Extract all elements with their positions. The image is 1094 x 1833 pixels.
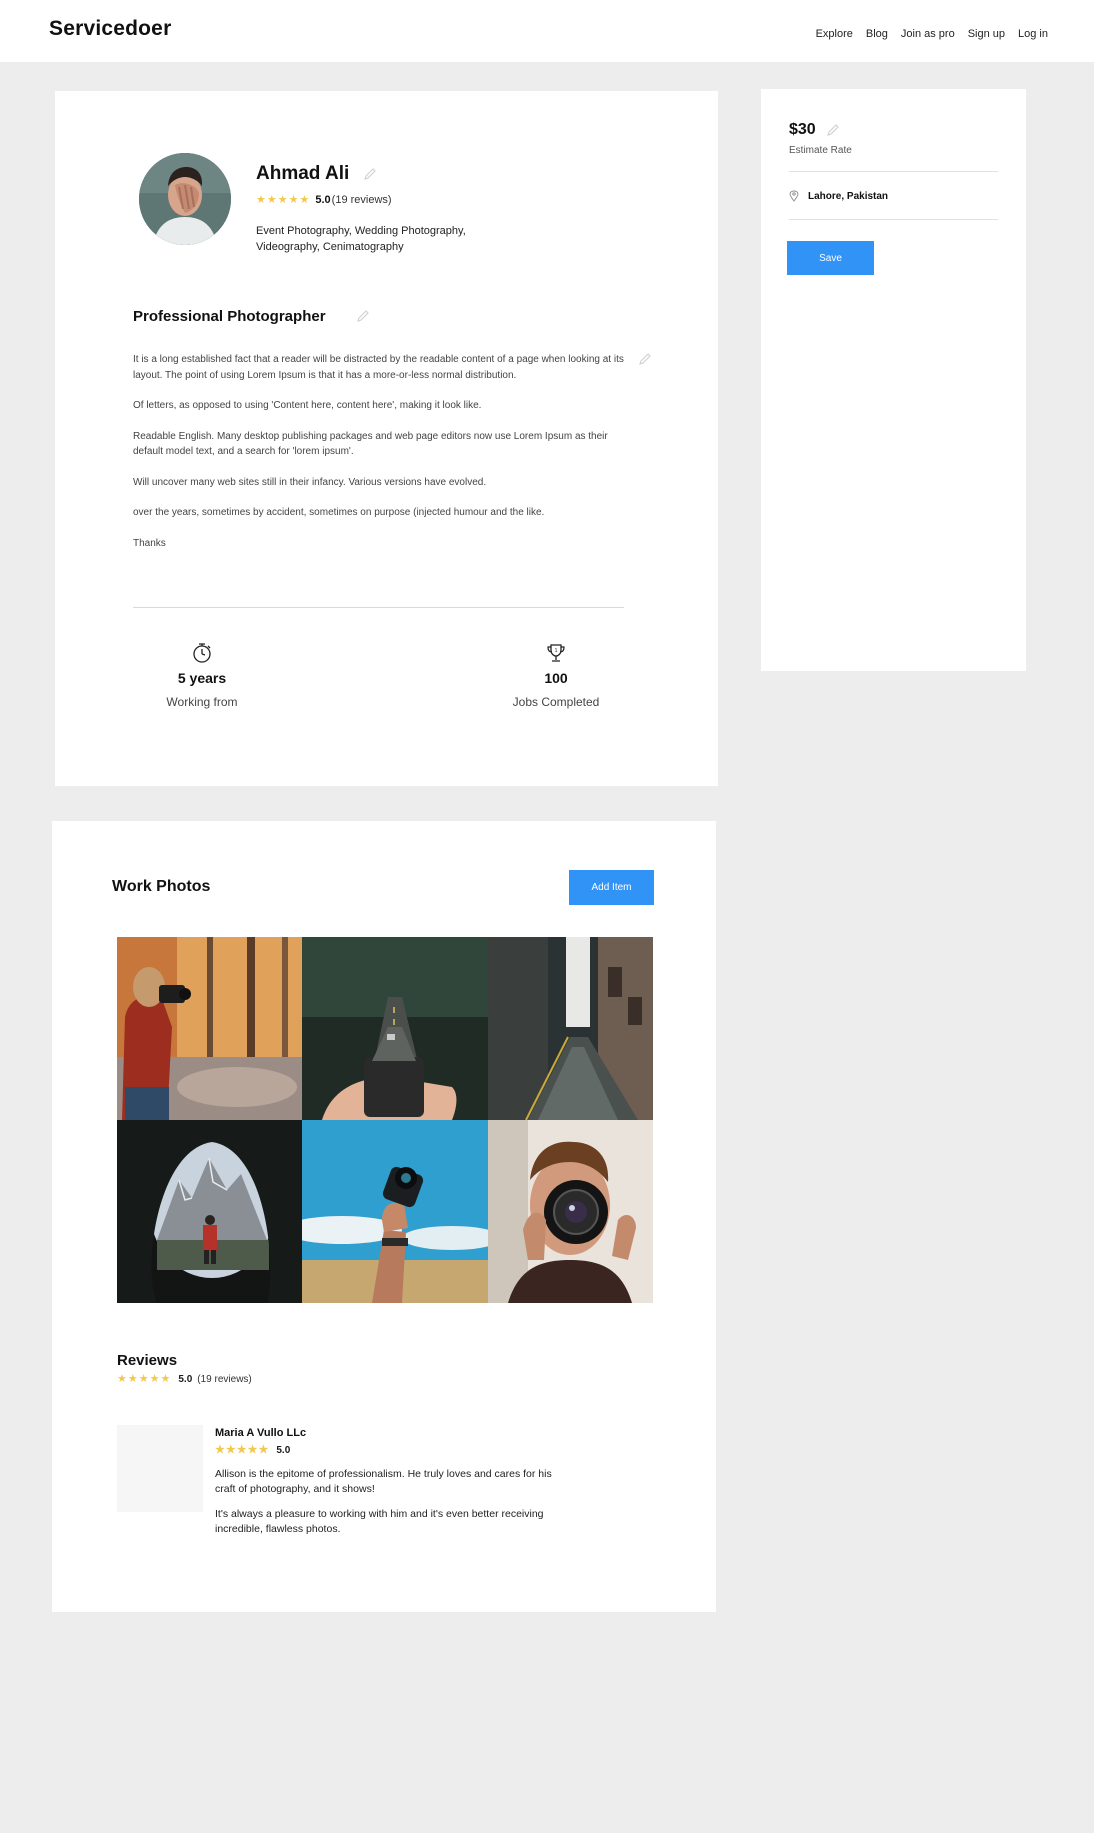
work-photo[interactable]	[488, 937, 653, 1120]
reviews-count: (19 reviews)	[197, 1374, 252, 1385]
nav-join-as-pro[interactable]: Join as pro	[901, 28, 955, 40]
nav-blog[interactable]: Blog	[866, 28, 888, 40]
work-photo[interactable]	[488, 1120, 653, 1303]
logo[interactable]: Servicedoer	[49, 17, 171, 41]
profile-rating: ★ ★ ★ ★ ★ 5.0 (19 reviews)	[256, 194, 392, 206]
star-icon: ★	[247, 1444, 258, 1456]
star-icon: ★	[117, 1373, 127, 1385]
location-text: Lahore, Pakistan	[808, 190, 889, 202]
reviews-count: (19 reviews)	[331, 194, 392, 206]
nav-log-in[interactable]: Log in	[1018, 28, 1048, 40]
divider	[789, 219, 998, 220]
divider	[789, 171, 998, 172]
skills-list: Event Photography, Wedding Photography, …	[256, 225, 466, 253]
star-icon: ★	[160, 1373, 171, 1385]
work-photo[interactable]	[302, 937, 488, 1120]
star-icon: ★	[215, 1444, 225, 1456]
rate-value: $30	[789, 121, 816, 138]
rating-score: 5.0	[315, 194, 331, 206]
star-icon: ★	[266, 193, 277, 206]
review-paragraph: Allison is the epitome of professionalis…	[215, 1468, 552, 1495]
rating-score: 5.0	[178, 1374, 193, 1385]
review-rating: ★ ★ ★ ★ ★ 5.0	[215, 1445, 291, 1457]
top-header: Servicedoer Explore Blog Join as pro Sig…	[0, 0, 1094, 62]
stat-experience: 5 years Working from	[142, 642, 262, 709]
star-icon: ★	[256, 193, 266, 206]
nav-sign-up[interactable]: Sign up	[968, 28, 1005, 40]
rate-label: Estimate Rate	[789, 145, 852, 156]
stat-value: 5 years	[177, 670, 227, 686]
star-icon: ★	[225, 1444, 236, 1456]
star-rating: ★ ★ ★ ★ ★	[117, 1374, 170, 1385]
star-icon: ★	[127, 1373, 138, 1385]
map-pin-icon	[789, 190, 799, 202]
professional-title: Professional Photographer	[133, 308, 326, 325]
location: Lahore, Pakistan	[789, 190, 888, 202]
star-icon: ★	[149, 1373, 160, 1385]
rating-score: 5.0	[276, 1445, 291, 1456]
nav-explore[interactable]: Explore	[816, 28, 853, 40]
trophy-icon: 1	[496, 642, 616, 666]
stat-jobs: 1 100 Jobs Completed	[496, 642, 616, 709]
work-photo[interactable]	[117, 1120, 302, 1303]
avatar-image	[139, 153, 231, 245]
review-text: Allison is the epitome of professionalis…	[215, 1467, 555, 1547]
profile-name: Ahmad Ali	[256, 163, 350, 184]
bio-paragraph: Readable English. Many desktop publishin…	[133, 430, 608, 458]
bio-paragraph: Will uncover many web sites still in the…	[133, 476, 487, 488]
star-icon: ★	[288, 193, 299, 206]
bio-paragraph: Thanks	[133, 537, 166, 549]
work-photos-title: Work Photos	[112, 878, 211, 895]
reviewer-name: Maria A Vullo LLc	[215, 1427, 307, 1439]
stat-value: 100	[544, 670, 568, 686]
divider	[133, 607, 624, 608]
edit-name-pencil-icon[interactable]	[362, 166, 378, 182]
star-icon: ★	[258, 1444, 269, 1456]
star-icon: ★	[138, 1373, 149, 1385]
photo-gallery	[117, 937, 653, 1303]
stat-label: Jobs Completed	[512, 695, 600, 709]
bio-paragraph: over the years, sometimes by accident, s…	[133, 507, 545, 518]
work-photo[interactable]	[117, 937, 302, 1120]
rate-card: $30 Estimate Rate Lahore, Pakistan Save	[761, 89, 1026, 671]
add-item-button[interactable]: Add Item	[569, 870, 654, 905]
save-button[interactable]: Save	[787, 241, 874, 275]
review-paragraph: It's always a pleasure to working with h…	[215, 1508, 544, 1535]
reviews-summary: ★ ★ ★ ★ ★ 5.0 (19 reviews)	[117, 1374, 252, 1386]
star-icon: ★	[236, 1444, 247, 1456]
main-nav: Explore Blog Join as pro Sign up Log in	[816, 28, 1048, 40]
reviews-title: Reviews	[117, 1352, 178, 1369]
svg-text:1: 1	[555, 648, 558, 654]
work-photos-card: Work Photos Add Item Reviews ★ ★ ★ ★ ★ 5…	[52, 821, 716, 1612]
edit-rate-pencil-icon[interactable]	[825, 122, 841, 138]
star-rating: ★ ★ ★ ★ ★	[256, 193, 310, 206]
stat-label: Working from	[166, 695, 238, 709]
bio-paragraph: Of letters, as opposed to using 'Content…	[133, 400, 482, 411]
bio: It is a long established fact that a rea…	[133, 352, 633, 566]
edit-bio-pencil-icon[interactable]	[637, 351, 653, 367]
profile-card: Ahmad Ali ★ ★ ★ ★ ★ 5.0 (19 reviews) Eve…	[55, 91, 718, 786]
star-icon: ★	[277, 193, 288, 206]
avatar	[139, 153, 231, 245]
reviewer-avatar	[117, 1425, 203, 1512]
star-icon: ★	[299, 193, 310, 206]
edit-title-pencil-icon[interactable]	[355, 308, 371, 324]
stopwatch-icon	[142, 642, 262, 666]
bio-paragraph: It is a long established fact that a rea…	[133, 354, 624, 381]
star-rating: ★ ★ ★ ★ ★	[215, 1445, 268, 1456]
work-photo[interactable]	[302, 1120, 488, 1303]
